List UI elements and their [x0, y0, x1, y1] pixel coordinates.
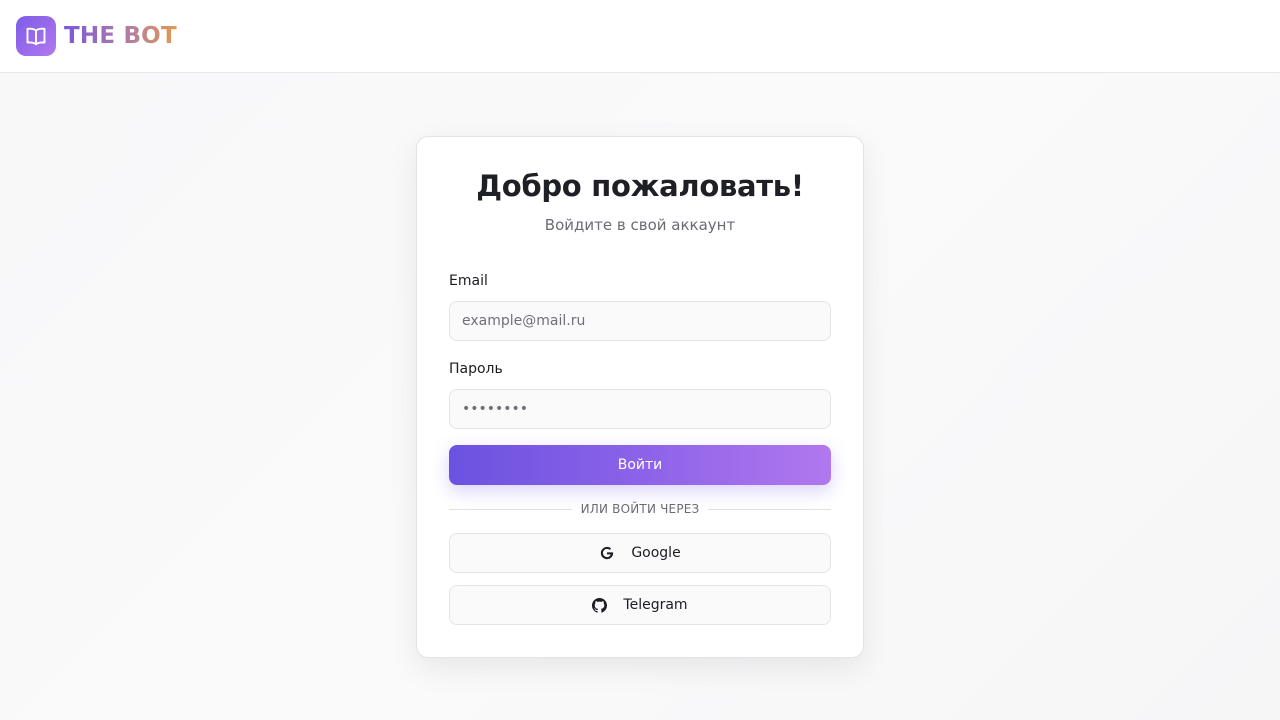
book-open-icon [16, 16, 56, 56]
email-label: Email [449, 273, 488, 289]
telegram-login-label: Telegram [623, 597, 688, 613]
password-field[interactable] [449, 389, 831, 429]
telegram-login-button[interactable]: Telegram [449, 585, 831, 625]
divider-text: ИЛИ ВОЙТИ ЧЕРЕЗ [580, 502, 700, 516]
github-icon [592, 597, 608, 613]
page-title: Добро пожаловать! [476, 169, 804, 203]
divider: ИЛИ ВОЙТИ ЧЕРЕЗ [449, 501, 832, 517]
brand-name: THE BOT [64, 23, 177, 49]
page-subtitle: Войдите в свой аккаунт [544, 216, 736, 234]
divider-line-left [449, 508, 572, 510]
brand-logo[interactable]: THE BOT [16, 16, 177, 56]
google-login-button[interactable]: Google [449, 533, 831, 573]
password-label: Пароль [449, 361, 503, 377]
divider-line-right [708, 508, 832, 510]
login-button[interactable]: Войти [449, 445, 831, 485]
google-icon [599, 545, 615, 561]
google-login-label: Google [631, 545, 681, 561]
top-header: THE BOT [0, 0, 1280, 73]
login-card: Добро пожаловать! Войдите в свой аккаунт… [416, 136, 864, 658]
email-field[interactable] [449, 301, 831, 341]
